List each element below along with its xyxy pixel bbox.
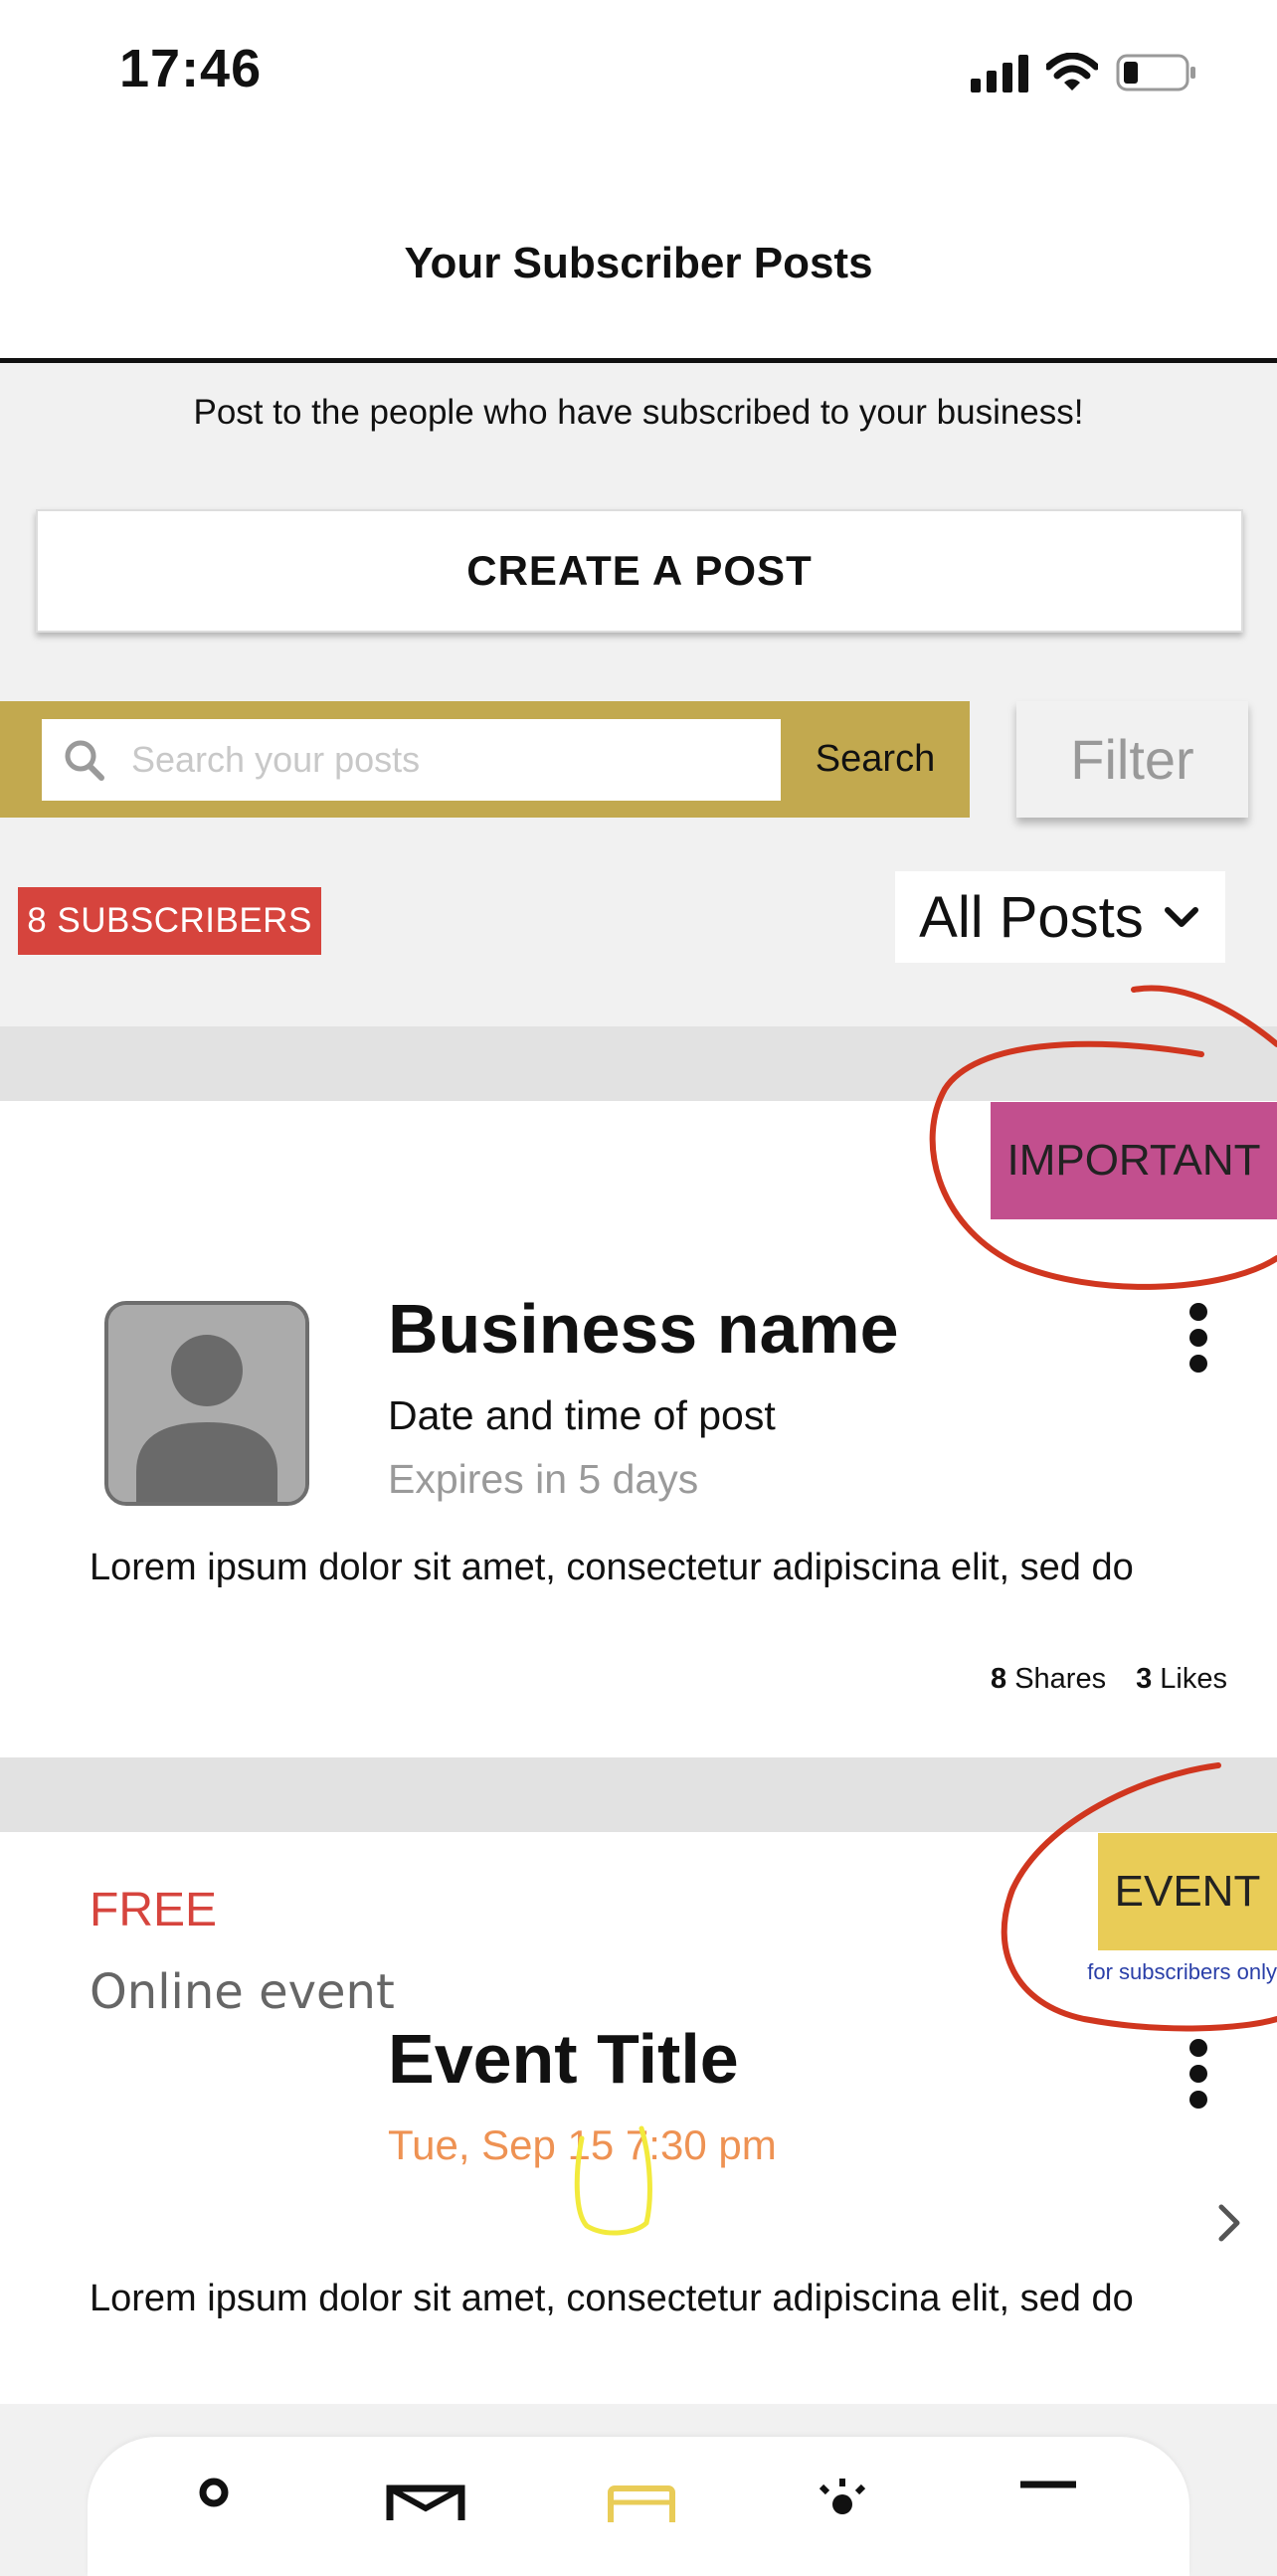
post-date: Date and time of post (388, 1392, 776, 1438)
shares-stat[interactable]: 8 Shares (991, 1663, 1106, 1696)
menu-icon[interactable] (1018, 2481, 1078, 2520)
header: Your Subscriber Posts (0, 139, 1277, 363)
chevron-down-icon (1164, 907, 1198, 927)
battery-icon (1116, 54, 1195, 92)
event-type: Online event (90, 1964, 395, 2020)
filter-button[interactable]: Filter (1016, 701, 1248, 818)
sun-icon[interactable] (808, 2475, 877, 2514)
event-badge-note: for subscribers only (1087, 1959, 1277, 1984)
wifi-icon (1046, 53, 1098, 91)
post-body: Lorem ipsum dolor sit amet, consectetur … (90, 1547, 1134, 1588)
event-badge: EVENT (1098, 1833, 1277, 1950)
post-divider (0, 1026, 1277, 1101)
avatar (104, 1301, 309, 1506)
search-field[interactable] (42, 719, 781, 801)
posts-icon[interactable] (607, 2483, 676, 2522)
posts-filter-selected: All Posts (919, 884, 1144, 950)
search-bar: Search (0, 701, 970, 818)
business-name: Business name (388, 1290, 899, 1368)
post-divider (0, 1757, 1277, 1832)
bottom-nav (88, 2437, 1189, 2576)
page-title: Your Subscriber Posts (404, 239, 873, 287)
profile-icon[interactable] (191, 2477, 237, 2516)
event-title: Event Title (388, 2020, 739, 2098)
search-input[interactable] (131, 725, 748, 795)
likes-stat[interactable]: 3 Likes (1136, 1663, 1227, 1696)
more-vertical-icon[interactable] (1179, 2039, 1218, 2109)
posts-filter-dropdown[interactable]: All Posts (895, 871, 1225, 963)
subscribers-badge: 8 SUBSCRIBERS (18, 887, 321, 955)
post-expires: Expires in 5 days (388, 1456, 699, 1502)
post-stats: 8 Shares 3 Likes (991, 1663, 1227, 1696)
mail-icon[interactable] (386, 2483, 465, 2522)
search-button[interactable]: Search (781, 701, 970, 818)
more-vertical-icon[interactable] (1179, 1303, 1218, 1373)
status-time: 17:46 (119, 39, 263, 98)
status-bar: 17:46 (0, 0, 1277, 139)
event-price: FREE (90, 1884, 218, 1936)
event-body: Lorem ipsum dolor sit amet, consectetur … (90, 2278, 1134, 2319)
user-placeholder-icon (108, 1305, 305, 1502)
intro-text: Post to the people who have subscribed t… (193, 393, 1084, 432)
search-icon (65, 740, 104, 781)
create-post-button[interactable]: CREATE A POST (36, 509, 1243, 633)
signal-icon (971, 53, 1028, 92)
status-icons (971, 48, 1197, 97)
event-datetime: Tue, Sep 15 7:30 pm (388, 2121, 777, 2168)
chevron-right-icon[interactable] (1215, 2201, 1245, 2245)
important-badge: IMPORTANT (991, 1102, 1277, 1219)
